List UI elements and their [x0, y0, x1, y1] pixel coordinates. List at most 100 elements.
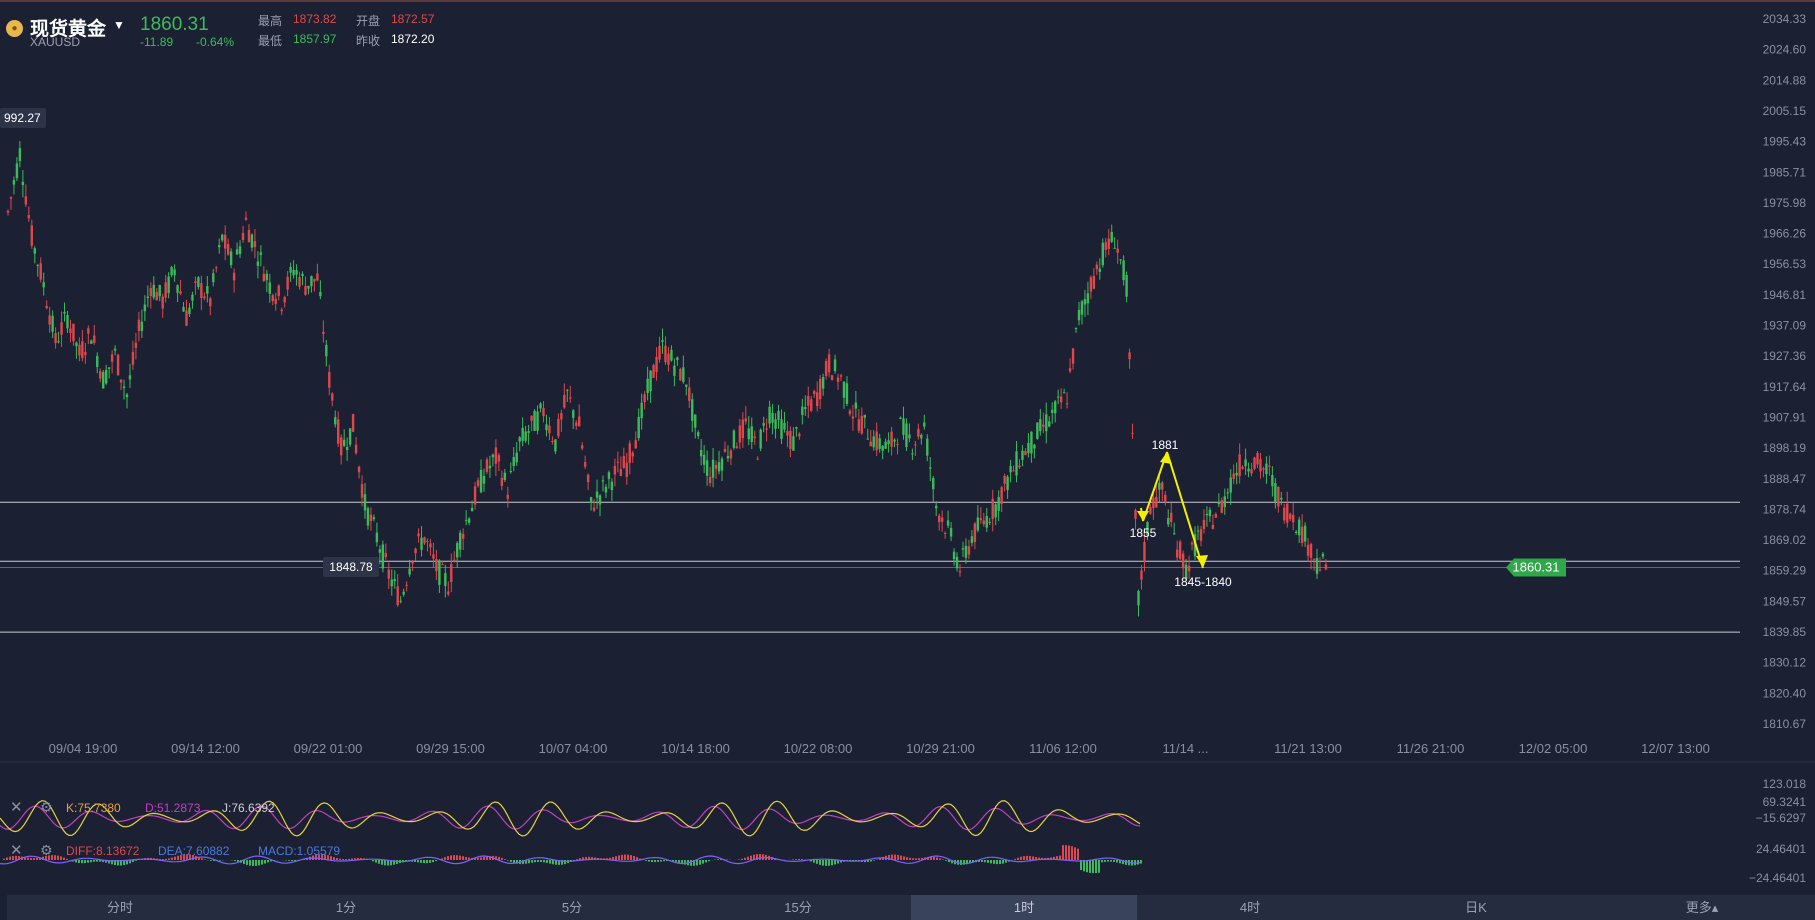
macd-bar: [828, 860, 830, 866]
low-callout-label: 1848.78: [329, 560, 373, 574]
macd-bar: [645, 860, 647, 861]
candle-body: [652, 365, 655, 378]
macd-bar: [741, 858, 743, 860]
timeframe-tab[interactable]: 分时: [7, 895, 233, 920]
candle-body: [390, 579, 393, 587]
candle-body: [619, 468, 623, 476]
gear-icon[interactable]: ⚙: [40, 843, 53, 859]
candle-body: [482, 475, 486, 484]
candle-body: [1244, 459, 1247, 467]
timeframe-tab[interactable]: 1分: [233, 895, 459, 920]
macd-bar: [1029, 856, 1031, 860]
candle-body: [1318, 569, 1322, 571]
candle-body: [464, 519, 468, 521]
macd-bar: [423, 860, 425, 864]
candle-body: [63, 311, 66, 314]
candle-body: [277, 285, 280, 296]
macd-bar: [792, 859, 794, 860]
candle-body: [232, 272, 236, 281]
time-axis-tick: 11/21 13:00: [1274, 741, 1342, 756]
candle-body: [1101, 242, 1104, 266]
candle-body: [1223, 496, 1226, 508]
macd-bar: [657, 860, 659, 862]
macd-bar: [615, 856, 617, 860]
candle-body: [301, 273, 304, 277]
macd-bar: [1095, 860, 1097, 874]
candle-body: [438, 560, 441, 585]
price-axis-tick: 1946.81: [1763, 288, 1807, 302]
candle-body: [542, 407, 545, 417]
candle-body: [21, 181, 25, 186]
candle-body: [1086, 293, 1090, 304]
timeframe-tab[interactable]: 更多▴: [1589, 895, 1815, 920]
candle-body: [51, 315, 54, 332]
macd-bar: [618, 855, 620, 860]
macd-bar: [384, 860, 386, 866]
macd-bar: [291, 860, 293, 861]
candle-body: [569, 397, 572, 399]
candle-body: [1187, 565, 1191, 572]
timeframe-tab[interactable]: 15分: [685, 895, 911, 920]
candle-body: [1027, 443, 1030, 454]
candle-body: [810, 399, 813, 411]
candle-body: [66, 314, 69, 329]
macd-bar: [1014, 858, 1016, 860]
candle-body: [655, 356, 658, 372]
candle-body: [1131, 432, 1134, 434]
candle-body: [229, 251, 233, 266]
macd-bar: [60, 856, 62, 860]
candle-body: [378, 549, 382, 553]
macd-bar: [633, 856, 635, 860]
candle-body: [161, 296, 164, 309]
candle-body: [235, 249, 239, 255]
candle-body: [1241, 466, 1244, 469]
candle-body: [958, 571, 962, 573]
candle-body: [226, 244, 230, 255]
close-icon[interactable]: ✕: [10, 799, 23, 816]
timeframe-tab[interactable]: 1时: [911, 895, 1137, 920]
macd-bar: [549, 860, 551, 864]
price-axis-tick: 1839.85: [1763, 625, 1807, 639]
macd-bar: [1140, 860, 1142, 864]
macd-bar: [501, 857, 503, 860]
candle-body: [857, 419, 861, 431]
candle-body: [1074, 327, 1078, 330]
timeframe-tab[interactable]: 4时: [1137, 895, 1363, 920]
time-axis-tick: 09/14 12:00: [171, 741, 240, 756]
candle-body: [929, 467, 932, 469]
candle-body: [331, 393, 334, 401]
timeframe-tab[interactable]: 5分: [459, 895, 685, 920]
timeframe-tab[interactable]: 日K: [1363, 895, 1589, 920]
candle-body: [949, 528, 953, 537]
candle-body: [586, 474, 590, 483]
candle-body: [1178, 541, 1182, 559]
macd-bar: [870, 860, 872, 862]
macd-bar: [834, 860, 836, 865]
candle-body: [536, 411, 539, 431]
price-chart[interactable]: 2034.33 2024.60 2014.88 2005.15 1995.43 1985.…: [0, 0, 1815, 895]
close-icon[interactable]: ✕: [10, 842, 23, 859]
candle-body: [1297, 519, 1301, 536]
candle-body: [920, 434, 923, 439]
candle-body: [887, 440, 890, 445]
macd-bar: [93, 860, 95, 862]
candle-body: [717, 462, 721, 472]
candle-body: [1196, 530, 1200, 532]
candle-body: [104, 369, 108, 384]
macd-bar: [1020, 856, 1022, 860]
candle-body: [637, 416, 640, 439]
macd-bar: [1092, 860, 1094, 874]
candle-body: [1265, 463, 1268, 475]
macd-bar: [513, 860, 515, 863]
candle-body: [783, 423, 786, 430]
candle-body: [515, 452, 518, 463]
macd-bar: [1002, 860, 1004, 864]
candle-body: [613, 465, 617, 475]
candle-body: [1062, 392, 1066, 394]
candle-body: [334, 417, 337, 425]
candle-body: [357, 466, 361, 473]
candle-body: [39, 263, 42, 280]
candle-body: [137, 319, 141, 331]
gear-icon[interactable]: ⚙: [40, 800, 53, 816]
macd-bar: [543, 860, 545, 863]
